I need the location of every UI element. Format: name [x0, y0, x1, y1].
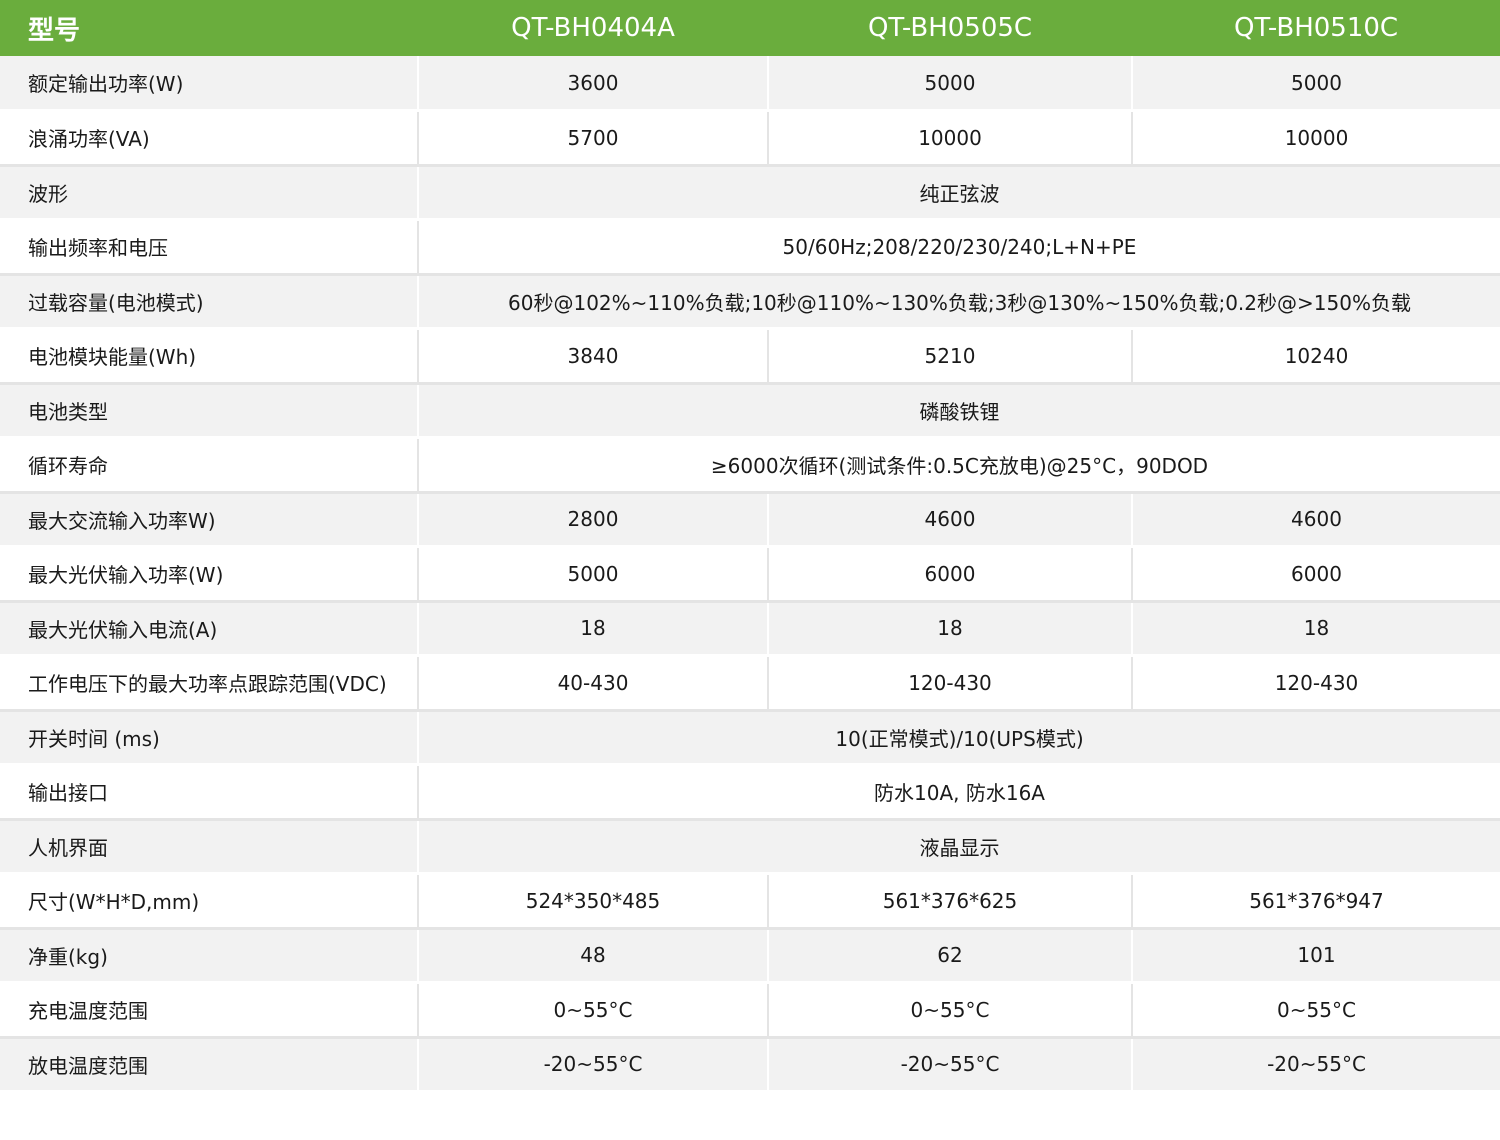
row-value: 4600 [768, 492, 1133, 548]
row-value: 120-430 [1132, 655, 1500, 712]
row-label: 放电温度范围 [0, 1037, 419, 1093]
row-label: 浪涌功率(VA) [0, 110, 419, 167]
row-label: 输出接口 [0, 764, 419, 821]
row-value: -20~55°C [1132, 1037, 1500, 1093]
row-value: 4600 [1132, 492, 1500, 548]
table-row: 输出频率和电压 50/60Hz;208/220/230/240;L+N+PE [0, 219, 1500, 276]
table-row: 工作电压下的最大功率点跟踪范围(VDC) 40-430 120-430 120-430 [0, 655, 1500, 712]
row-label: 尺寸(W*H*D,mm) [0, 873, 419, 930]
row-label: 最大光伏输入电流(A) [0, 601, 419, 657]
row-value: 0~55°C [418, 982, 769, 1039]
row-value: 2800 [418, 492, 769, 548]
table-row: 放电温度范围 -20~55°C -20~55°C -20~55°C [0, 1037, 1500, 1093]
row-label: 电池类型 [0, 383, 419, 439]
row-value-span: 50/60Hz;208/220/230/240;L+N+PE [418, 219, 1500, 276]
table-row: 输出接口 防水10A, 防水16A [0, 764, 1500, 821]
row-value-span: 防水10A, 防水16A [418, 764, 1500, 821]
spec-table: 型号 QT-BH0404A QT-BH0505C QT-BH0510C 额定输出… [0, 0, 1500, 1093]
table-row: 净重(kg) 48 62 101 [0, 928, 1500, 984]
row-label: 净重(kg) [0, 928, 419, 984]
header-label: 型号 [0, 0, 418, 56]
table-row: 最大交流输入功率W) 2800 4600 4600 [0, 492, 1500, 548]
header-model: QT-BH0505C [768, 0, 1132, 56]
row-value: 10000 [768, 110, 1133, 167]
header-model: QT-BH0404A [418, 0, 768, 56]
row-value: 5210 [768, 328, 1133, 385]
table-row: 尺寸(W*H*D,mm) 524*350*485 561*376*625 561*37… [0, 873, 1500, 930]
row-value: -20~55°C [768, 1037, 1133, 1093]
row-value: 10240 [1132, 328, 1500, 385]
table-row: 最大光伏输入功率(W) 5000 6000 6000 [0, 546, 1500, 603]
row-value: 3600 [418, 56, 769, 112]
table-row: 浪涌功率(VA) 5700 10000 10000 [0, 110, 1500, 167]
row-value: 10000 [1132, 110, 1500, 167]
row-value-span: 纯正弦波 [418, 165, 1500, 221]
row-value: 18 [1132, 601, 1500, 657]
row-label: 循环寿命 [0, 437, 419, 494]
table-header-row: 型号 QT-BH0404A QT-BH0505C QT-BH0510C [0, 0, 1500, 56]
row-label: 开关时间 (ms) [0, 710, 419, 766]
row-value-span: 液晶显示 [418, 819, 1500, 875]
row-label: 过载容量(电池模式) [0, 274, 419, 330]
row-label: 最大光伏输入功率(W) [0, 546, 419, 603]
row-label: 波形 [0, 165, 419, 221]
row-value-span: 60秒@102%~110%负载;10秒@110%~130%负载;3秒@130%~… [418, 274, 1500, 330]
row-label: 电池模块能量(Wh) [0, 328, 419, 385]
row-label: 人机界面 [0, 819, 419, 875]
row-value: 62 [768, 928, 1133, 984]
header-model: QT-BH0510C [1132, 0, 1500, 56]
table-row: 最大光伏输入电流(A) 18 18 18 [0, 601, 1500, 657]
row-value-span: 磷酸铁锂 [418, 383, 1500, 439]
table-row: 充电温度范围 0~55°C 0~55°C 0~55°C [0, 982, 1500, 1039]
row-value: 5000 [768, 56, 1133, 112]
row-value: 101 [1132, 928, 1500, 984]
table-row: 开关时间 (ms) 10(正常模式)/10(UPS模式) [0, 710, 1500, 766]
row-value-span: 10(正常模式)/10(UPS模式) [418, 710, 1500, 766]
row-value: 561*376*947 [1132, 873, 1500, 930]
table-row: 人机界面 液晶显示 [0, 819, 1500, 875]
row-label: 最大交流输入功率W) [0, 492, 419, 548]
table-row: 电池类型 磷酸铁锂 [0, 383, 1500, 439]
row-value: 0~55°C [1132, 982, 1500, 1039]
row-value: 18 [418, 601, 769, 657]
row-label: 工作电压下的最大功率点跟踪范围(VDC) [0, 655, 419, 712]
row-value: 5000 [418, 546, 769, 603]
row-value: 5000 [1132, 56, 1500, 112]
row-value: 40-430 [418, 655, 769, 712]
row-value: 18 [768, 601, 1133, 657]
row-value: -20~55°C [418, 1037, 769, 1093]
row-value: 48 [418, 928, 769, 984]
table-row: 波形 纯正弦波 [0, 165, 1500, 221]
row-value: 561*376*625 [768, 873, 1133, 930]
table-row: 额定输出功率(W) 3600 5000 5000 [0, 56, 1500, 112]
row-label: 充电温度范围 [0, 982, 419, 1039]
row-value: 6000 [1132, 546, 1500, 603]
row-label: 输出频率和电压 [0, 219, 419, 276]
row-value: 3840 [418, 328, 769, 385]
row-value: 120-430 [768, 655, 1133, 712]
row-value: 524*350*485 [418, 873, 769, 930]
table-row: 循环寿命 ≥6000次循环(测试条件:0.5C充放电)@25°C，90DOD [0, 437, 1500, 494]
row-value: 0~55°C [768, 982, 1133, 1039]
table-row: 过载容量(电池模式) 60秒@102%~110%负载;10秒@110%~130%负… [0, 274, 1500, 330]
table-row: 电池模块能量(Wh) 3840 5210 10240 [0, 328, 1500, 385]
row-value-span: ≥6000次循环(测试条件:0.5C充放电)@25°C，90DOD [418, 437, 1500, 494]
row-label: 额定输出功率(W) [0, 56, 419, 112]
row-value: 5700 [418, 110, 769, 167]
row-value: 6000 [768, 546, 1133, 603]
spec-body: 额定输出功率(W) 3600 5000 5000 浪涌功率(VA) 5700 10000 10… [0, 56, 1500, 1093]
